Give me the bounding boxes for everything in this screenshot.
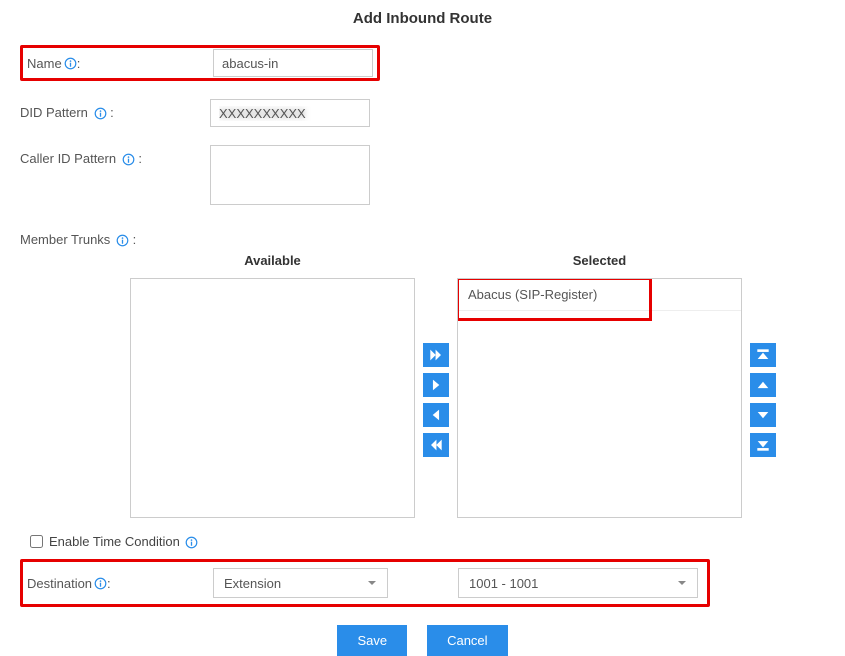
selected-list[interactable]: Abacus (SIP-Register) (457, 278, 742, 518)
info-icon[interactable] (64, 57, 77, 70)
destination-label: Destination : (27, 576, 213, 591)
move-up-button[interactable] (750, 373, 776, 397)
page-title: Add Inbound Route (20, 10, 825, 27)
did-pattern-label: DID Pattern : (20, 99, 210, 120)
time-condition-row: Enable Time Condition (30, 534, 825, 549)
move-top-button[interactable] (750, 343, 776, 367)
chevron-down-icon (367, 576, 377, 591)
did-pattern-input[interactable] (210, 99, 370, 127)
info-icon[interactable] (94, 107, 107, 120)
destination-row-highlight: Destination : Extension 1001 - 1001 (20, 559, 710, 607)
move-all-left-button[interactable] (423, 433, 449, 457)
move-left-button[interactable] (423, 403, 449, 427)
destination-type-select[interactable]: Extension (213, 568, 388, 598)
name-row-highlight: Name : (20, 45, 380, 81)
info-icon[interactable] (185, 536, 198, 549)
destination-target-select[interactable]: 1001 - 1001 (458, 568, 698, 598)
move-right-button[interactable] (423, 373, 449, 397)
name-input[interactable] (213, 49, 373, 77)
enable-time-condition-checkbox[interactable] (30, 535, 43, 548)
move-bottom-button[interactable] (750, 433, 776, 457)
list-item[interactable]: Abacus (SIP-Register) (458, 279, 741, 311)
move-all-right-button[interactable] (423, 343, 449, 367)
member-trunks-dual-list: Available Selected Abacus (SIP-Register) (130, 253, 825, 518)
move-down-button[interactable] (750, 403, 776, 427)
available-header: Available (244, 253, 301, 268)
selected-header: Selected (573, 253, 626, 268)
chevron-down-icon (677, 576, 687, 591)
caller-id-pattern-input[interactable] (210, 145, 370, 205)
save-button[interactable]: Save (337, 625, 407, 656)
cancel-button[interactable]: Cancel (427, 625, 507, 656)
member-trunks-label: Member Trunks : (20, 226, 210, 247)
available-list[interactable] (130, 278, 415, 518)
name-label: Name : (23, 56, 213, 71)
info-icon[interactable] (94, 577, 107, 590)
info-icon[interactable] (122, 153, 135, 166)
caller-id-pattern-label: Caller ID Pattern : (20, 145, 210, 166)
info-icon[interactable] (116, 234, 129, 247)
enable-time-condition-label: Enable Time Condition (49, 534, 198, 549)
